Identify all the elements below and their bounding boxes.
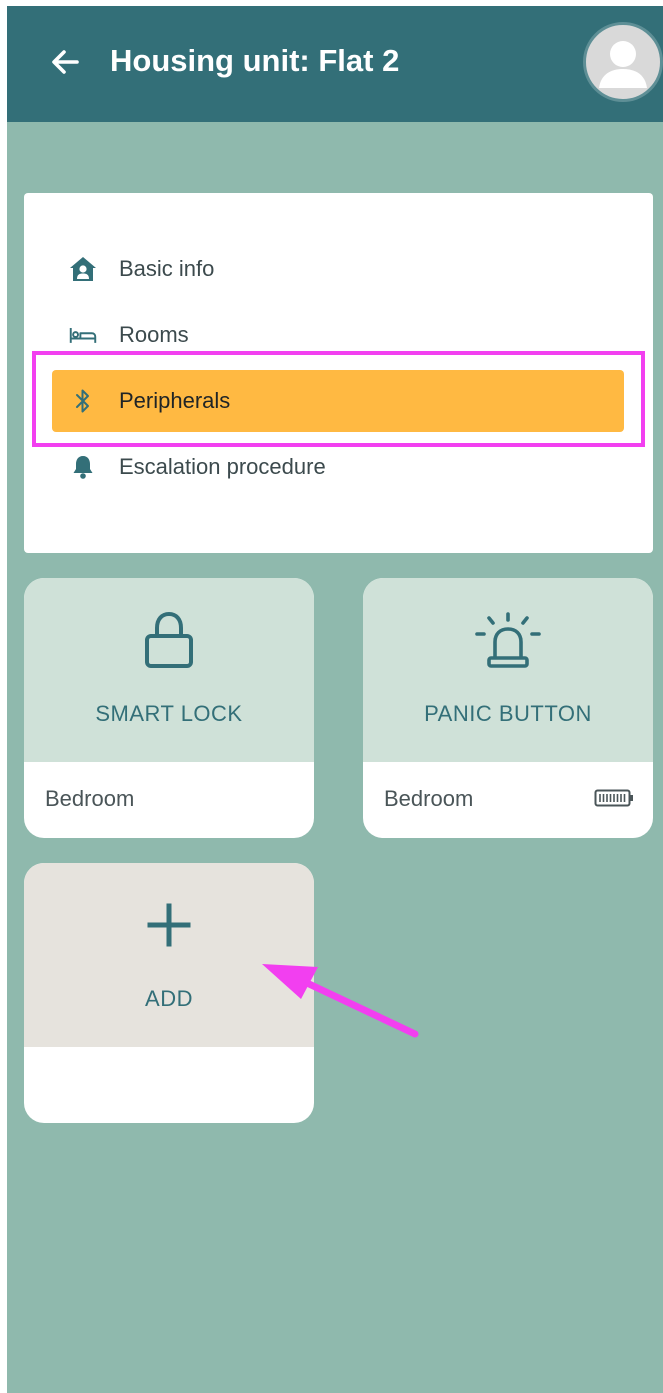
add-device-tile[interactable]: ADD: [24, 863, 314, 1123]
siren-icon: [475, 612, 541, 668]
menu-item-label: Rooms: [119, 322, 189, 347]
device-tile-panic-button[interactable]: PANIC BUTTON Bedroom: [363, 578, 653, 838]
device-name: SMART LOCK: [95, 701, 243, 726]
tile-header: PANIC BUTTON: [363, 578, 653, 762]
battery-full-icon: [594, 789, 633, 807]
menu-item-rooms[interactable]: Rooms: [52, 304, 624, 366]
menu-item-label: Basic info: [119, 256, 215, 281]
tile-header: SMART LOCK: [24, 578, 314, 762]
app-frame: Housing unit: Flat 2 Basic info Rooms Pe…: [7, 6, 663, 1393]
back-arrow-icon[interactable]: [49, 46, 81, 78]
tile-header: ADD: [24, 863, 314, 1047]
bed-icon: [69, 321, 97, 349]
plus-icon: [147, 903, 191, 947]
device-room: Bedroom: [45, 786, 135, 811]
lock-icon: [145, 611, 193, 668]
bell-icon: [69, 453, 97, 481]
menu-item-label: Escalation procedure: [119, 454, 326, 479]
section-menu: Basic info Rooms Peripherals Escalation …: [24, 193, 653, 553]
device-room: Bedroom: [384, 786, 474, 811]
menu-item-escalation-procedure[interactable]: Escalation procedure: [52, 436, 624, 498]
top-app-bar: Housing unit: Flat 2: [7, 6, 663, 122]
house-user-icon: [69, 255, 97, 283]
page-title: Housing unit: Flat 2: [110, 43, 400, 78]
menu-item-peripherals[interactable]: Peripherals: [52, 370, 624, 432]
user-avatar[interactable]: [583, 22, 663, 102]
device-name: PANIC BUTTON: [424, 701, 592, 726]
user-icon: [599, 41, 647, 88]
bluetooth-icon: [69, 387, 97, 415]
menu-item-label: Peripherals: [119, 388, 231, 413]
add-label: ADD: [145, 986, 193, 1011]
menu-item-basic-info[interactable]: Basic info: [52, 238, 624, 300]
device-tile-smart-lock[interactable]: SMART LOCK Bedroom: [24, 578, 314, 838]
